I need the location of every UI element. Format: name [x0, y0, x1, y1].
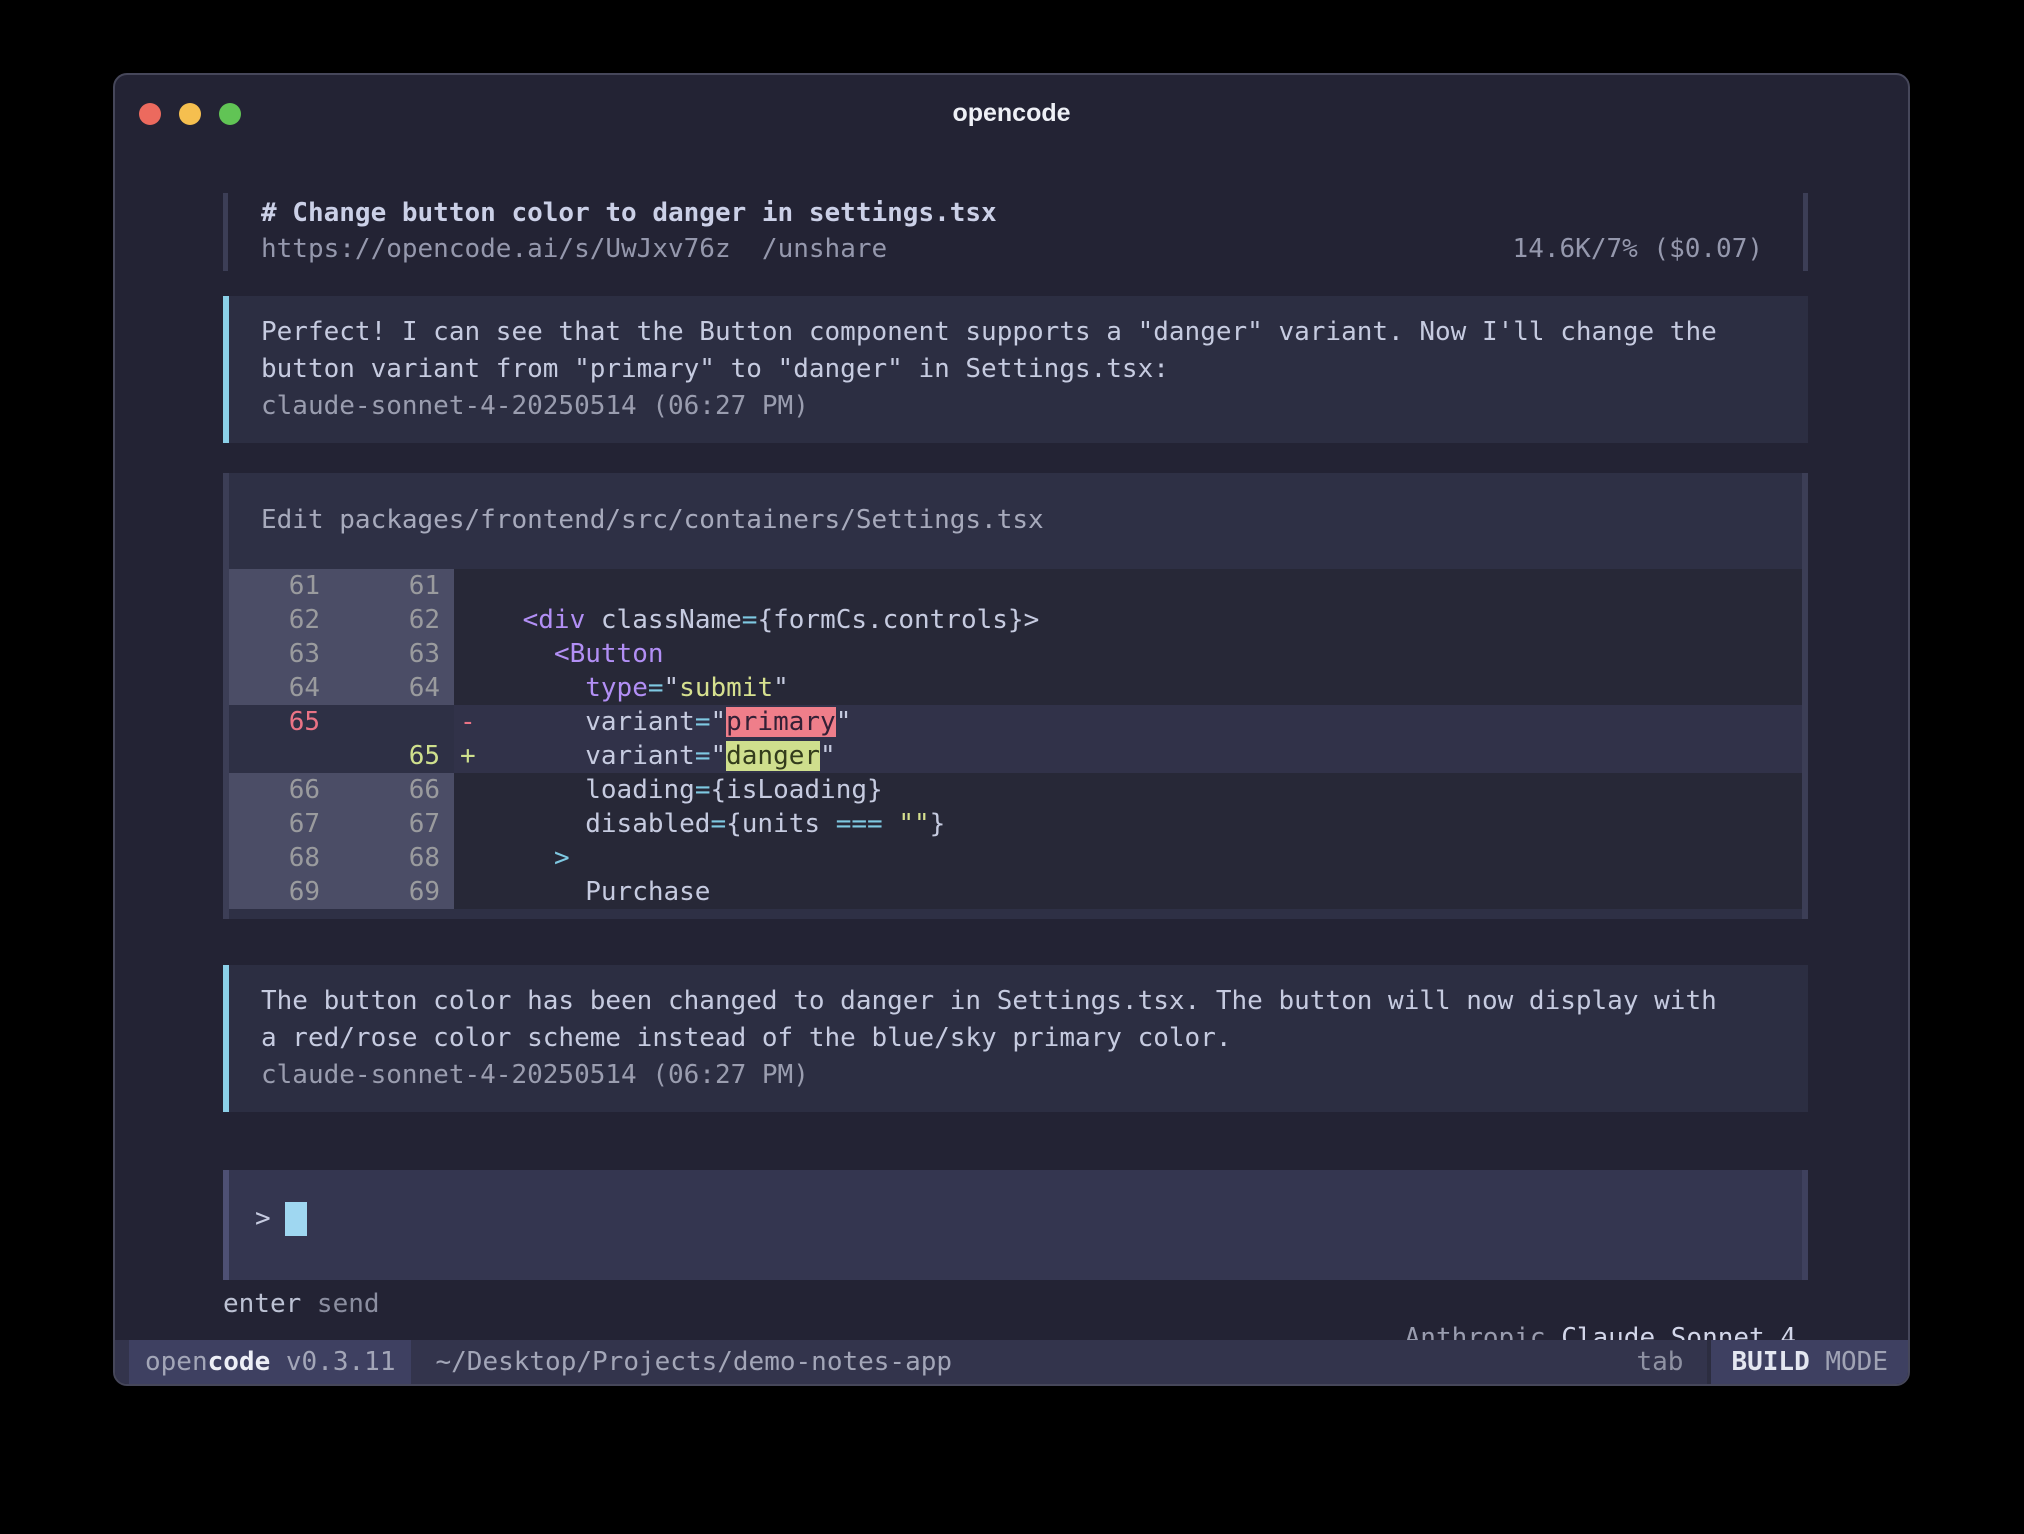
window-title: opencode — [115, 99, 1908, 128]
diff-line-number-new: 63 — [342, 637, 454, 671]
diff-code-line: <div className={formCs.controls}> — [454, 603, 1802, 637]
diff-row: 6767 disabled={units === ""} — [229, 807, 1802, 841]
app-window: opencode # Change button color to danger… — [113, 73, 1910, 1386]
mode-switch-key-hint: tab — [1636, 1347, 1707, 1377]
session-title: # Change button color to danger in setti… — [261, 195, 1803, 231]
diff-line-number-old: 69 — [229, 875, 342, 909]
context-stats: 14.6K/7% ($0.07) — [1513, 231, 1803, 267]
mode-label: MODE — [1825, 1347, 1888, 1377]
prompt-input[interactable]: > — [223, 1170, 1808, 1280]
diff-line-number-new: 65 — [342, 739, 454, 773]
message-line: a red/rose color scheme instead of the b… — [261, 1020, 1778, 1057]
app-name-light: open — [145, 1347, 208, 1377]
assistant-message: Perfect! I can see that the Button compo… — [223, 296, 1808, 443]
diff-row: 65 - variant="primary" — [229, 705, 1802, 739]
message-meta: claude-sonnet-4-20250514 (06:27 PM) — [261, 388, 1778, 425]
diff-view: 6161 6262 <div className={formCs.control… — [229, 569, 1802, 909]
diff-line-number-new: 64 — [342, 671, 454, 705]
diff-code-line: - variant="primary" — [454, 705, 1802, 739]
app-version: v0.3.11 — [270, 1347, 395, 1377]
diff-code-line: <Button — [454, 637, 1802, 671]
diff-line-number-new: 66 — [342, 773, 454, 807]
message-line: button variant from "primary" to "danger… — [261, 351, 1778, 388]
assistant-message: The button color has been changed to dan… — [223, 965, 1808, 1112]
diff-line-number-new — [342, 705, 454, 739]
diff-line-number-old: 61 — [229, 569, 342, 603]
share-url[interactable]: https://opencode.ai/s/UwJxv76z — [261, 231, 731, 267]
working-directory: ~/Desktop/Projects/demo-notes-app — [435, 1347, 952, 1377]
diff-line-number-new: 68 — [342, 841, 454, 875]
diff-line-number-new: 67 — [342, 807, 454, 841]
diff-row: 6868 > — [229, 841, 1802, 875]
diff-line-number-old: 65 — [229, 705, 342, 739]
diff-line-number-new: 61 — [342, 569, 454, 603]
session-header: # Change button color to danger in setti… — [223, 193, 1808, 271]
diff-row: 6666 loading={isLoading} — [229, 773, 1802, 807]
diff-code-line: Purchase — [454, 875, 1802, 909]
unshare-command[interactable]: /unshare — [762, 231, 887, 267]
diff-line-number-old: 62 — [229, 603, 342, 637]
diff-row: 65+ variant="danger" — [229, 739, 1802, 773]
message-line: Perfect! I can see that the Button compo… — [261, 314, 1778, 351]
diff-line-number-old: 64 — [229, 671, 342, 705]
diff-line-number-old: 67 — [229, 807, 342, 841]
diff-line-number-old: 68 — [229, 841, 342, 875]
message-meta: claude-sonnet-4-20250514 (06:27 PM) — [261, 1057, 1778, 1094]
message-body: The button color has been changed to dan… — [261, 983, 1778, 1057]
diff-line-number-old: 63 — [229, 637, 342, 671]
diff-line-number-new: 62 — [342, 603, 454, 637]
diff-code-line: + variant="danger" — [454, 739, 1802, 773]
diff-line-number-old: 66 — [229, 773, 342, 807]
mode-indicator-chip: BUILD MODE — [1707, 1340, 1908, 1384]
app-name-bold: code — [208, 1347, 271, 1377]
diff-code-line: type="submit" — [454, 671, 1802, 705]
message-body: Perfect! I can see that the Button compo… — [261, 314, 1778, 388]
mode-name: BUILD — [1731, 1347, 1825, 1377]
text-cursor — [285, 1202, 307, 1236]
app-version-chip: opencode v0.3.11 — [129, 1340, 411, 1384]
diff-code-line: loading={isLoading} — [454, 773, 1802, 807]
diff-row: 6363 <Button — [229, 637, 1802, 671]
diff-row: 6969 Purchase — [229, 875, 1802, 909]
edit-tool-panel: Edit packages/frontend/src/containers/Se… — [223, 473, 1808, 919]
message-line: The button color has been changed to dan… — [261, 983, 1778, 1020]
diff-row: 6262 <div className={formCs.controls}> — [229, 603, 1802, 637]
diff-code-line: disabled={units === ""} — [454, 807, 1802, 841]
edit-tool-header: Edit packages/frontend/src/containers/Se… — [229, 503, 1802, 537]
status-bar: opencode v0.3.11 ~/Desktop/Projects/demo… — [115, 1340, 1908, 1384]
prompt-symbol: > — [255, 1204, 271, 1234]
diff-row: 6161 — [229, 569, 1802, 603]
diff-code-line: > — [454, 841, 1802, 875]
diff-line-number-new: 69 — [342, 875, 454, 909]
diff-code-line — [454, 569, 1802, 603]
diff-row: 6464 type="submit" — [229, 671, 1802, 705]
diff-line-number-old — [229, 739, 342, 773]
